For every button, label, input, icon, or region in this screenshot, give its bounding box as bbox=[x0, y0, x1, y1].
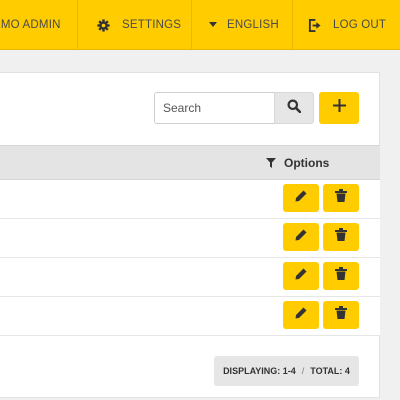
pencil-icon bbox=[295, 228, 307, 246]
total-count: TOTAL: 4 bbox=[310, 366, 350, 376]
nav-divider bbox=[77, 0, 78, 50]
nav-divider bbox=[292, 0, 293, 50]
trash-icon bbox=[335, 228, 347, 246]
nav-language-dropdown[interactable]: ENGLISH bbox=[209, 0, 279, 50]
nav-language-label: ENGLISH bbox=[227, 19, 279, 31]
trash-icon bbox=[335, 267, 347, 285]
edit-button[interactable] bbox=[283, 223, 319, 251]
top-navigation-bar: EMO ADMIN SETTINGS bbox=[0, 0, 400, 50]
displaying-range: DISPLAYING: 1-4 bbox=[223, 366, 296, 376]
edit-button[interactable] bbox=[283, 262, 319, 290]
edit-button[interactable] bbox=[283, 301, 319, 329]
pencil-icon bbox=[295, 306, 307, 324]
pager-separator: / bbox=[301, 366, 305, 376]
search-input[interactable] bbox=[154, 92, 274, 124]
gear-icon bbox=[97, 18, 110, 32]
table-row bbox=[0, 180, 380, 219]
table-header: Options bbox=[0, 145, 380, 180]
filter-icon bbox=[266, 157, 276, 168]
nav-divider bbox=[191, 0, 192, 50]
logout-icon bbox=[308, 18, 321, 32]
nav-settings-label: SETTINGS bbox=[122, 19, 182, 31]
table-row bbox=[0, 297, 380, 336]
pencil-icon bbox=[295, 267, 307, 285]
nav-user-label: EMO ADMIN bbox=[0, 19, 61, 31]
pencil-icon bbox=[295, 189, 307, 207]
nav-settings[interactable]: SETTINGS bbox=[97, 0, 181, 50]
trash-icon bbox=[335, 189, 347, 207]
nav-logout[interactable]: LOG OUT bbox=[308, 0, 386, 50]
nav-user[interactable]: EMO ADMIN bbox=[0, 0, 61, 50]
edit-button[interactable] bbox=[283, 184, 319, 212]
search-button[interactable] bbox=[274, 92, 314, 124]
options-column-header[interactable]: Options bbox=[266, 146, 329, 179]
delete-button[interactable] bbox=[323, 262, 359, 290]
caret-down-icon bbox=[209, 22, 217, 28]
trash-icon bbox=[335, 306, 347, 324]
delete-button[interactable] bbox=[323, 223, 359, 251]
plus-icon bbox=[332, 99, 346, 117]
options-header-label: Options bbox=[284, 155, 330, 170]
delete-button[interactable] bbox=[323, 301, 359, 329]
add-button[interactable] bbox=[319, 92, 359, 124]
pagination-summary: DISPLAYING: 1-4 / TOTAL: 4 bbox=[214, 356, 359, 386]
table-row bbox=[0, 258, 380, 297]
delete-button[interactable] bbox=[323, 184, 359, 212]
search-icon bbox=[287, 99, 302, 118]
table-row bbox=[0, 219, 380, 258]
nav-logout-label: LOG OUT bbox=[333, 19, 387, 31]
